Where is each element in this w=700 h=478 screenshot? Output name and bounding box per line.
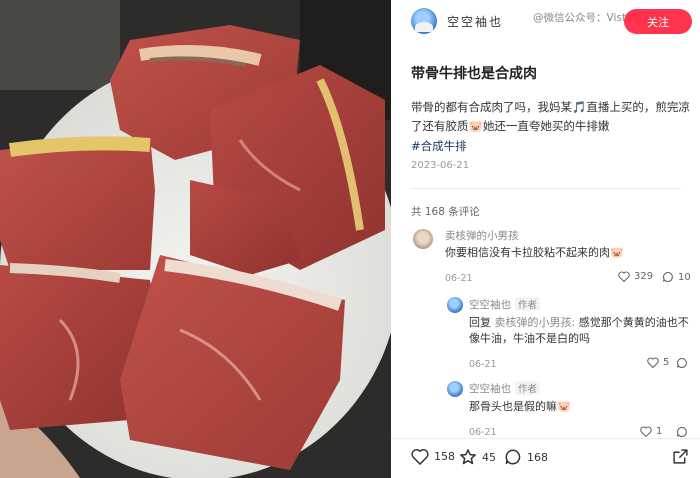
author-tag: 作者 (515, 381, 541, 395)
comment-button[interactable]: 168 (504, 448, 548, 466)
post-date: 2023-06-21 (411, 160, 470, 171)
reply-comment-button[interactable] (676, 426, 692, 438)
share-icon (673, 449, 688, 464)
comment-date: 06-21 (445, 273, 473, 284)
steak-photo-illustration (0, 0, 391, 478)
reply-date: 06-21 (469, 359, 497, 370)
reply-like-button[interactable]: 1 (640, 426, 662, 437)
comment-icon (662, 271, 673, 283)
post-header: 空空袖也 @微信公众号：Vista看商业 关注 (391, 0, 700, 44)
comment-reply-button[interactable]: 10 (662, 271, 691, 283)
replier-avatar[interactable] (447, 297, 463, 313)
reply-text[interactable]: 回复 卖核弹的小男孩: 感觉那个黄黄的油也不像牛油，牛油不是白的吗 (469, 315, 694, 347)
replier-name[interactable]: 空空袖也 作者 (469, 381, 541, 396)
reply-like-count: 1 (656, 426, 663, 437)
heart-icon (647, 357, 659, 368)
share-button[interactable] (672, 448, 694, 465)
replier-name-text: 空空袖也 (469, 299, 511, 311)
heart-icon (411, 449, 429, 465)
comment-like-button[interactable]: 329 (618, 271, 653, 282)
author-tag: 作者 (515, 297, 541, 311)
hashtag-link[interactable]: #合成牛排 (411, 138, 467, 154)
follow-button[interactable]: 关注 (624, 9, 692, 34)
comment-count: 168 (527, 450, 548, 464)
heart-icon (640, 426, 652, 437)
reply-prefix: 回复 (469, 316, 491, 329)
reply-comment-button[interactable] (676, 357, 692, 369)
post-detail-panel: 空空袖也 @微信公众号：Vista看商业 关注 带骨牛排也是合成肉 带骨的都有合… (391, 0, 700, 478)
like-button[interactable]: 158 (411, 448, 455, 465)
reply-text[interactable]: 那骨头也是假的嘛🐷 (469, 399, 694, 415)
comment-icon (676, 426, 687, 438)
reply-like-button[interactable]: 5 (647, 357, 669, 368)
heart-icon (618, 271, 630, 282)
comment-icon (676, 357, 687, 369)
commenter-avatar[interactable] (413, 229, 433, 249)
comment-like-count: 329 (634, 271, 654, 282)
like-count: 158 (434, 450, 455, 463)
comment-reply-count: 10 (678, 271, 691, 283)
reply-date: 06-21 (469, 427, 497, 438)
reply-like-count: 5 (663, 357, 670, 368)
comment-icon (505, 449, 521, 465)
replier-name[interactable]: 空空袖也 作者 (469, 297, 541, 312)
author-avatar[interactable] (411, 8, 437, 34)
replier-avatar[interactable] (447, 381, 463, 397)
comments-count: 共 168 条评论 (411, 206, 480, 218)
post-photo[interactable] (0, 0, 391, 478)
star-icon (460, 449, 476, 465)
post-title: 带骨牛排也是合成肉 (411, 66, 537, 82)
post-body: 带骨的都有合成肉了吗，我妈某🎵直播上买的，煎完凉了还有胶质🐷她还一直夸她买的牛排… (411, 100, 690, 133)
commenter-name[interactable]: 卖核弹的小男孩 (445, 228, 519, 243)
author-name[interactable]: 空空袖也 (447, 13, 503, 30)
bottom-action-bar: 158 45 168 (391, 438, 700, 478)
replier-name-text: 空空袖也 (469, 383, 511, 395)
divider (411, 188, 681, 189)
reply-to-name[interactable]: 卖核弹的小男孩: (495, 316, 576, 329)
star-button[interactable]: 45 (459, 448, 496, 466)
comment-text[interactable]: 你要相信没有卡拉胶粘不起来的肉🐷 (445, 245, 685, 261)
star-count: 45 (482, 450, 496, 464)
